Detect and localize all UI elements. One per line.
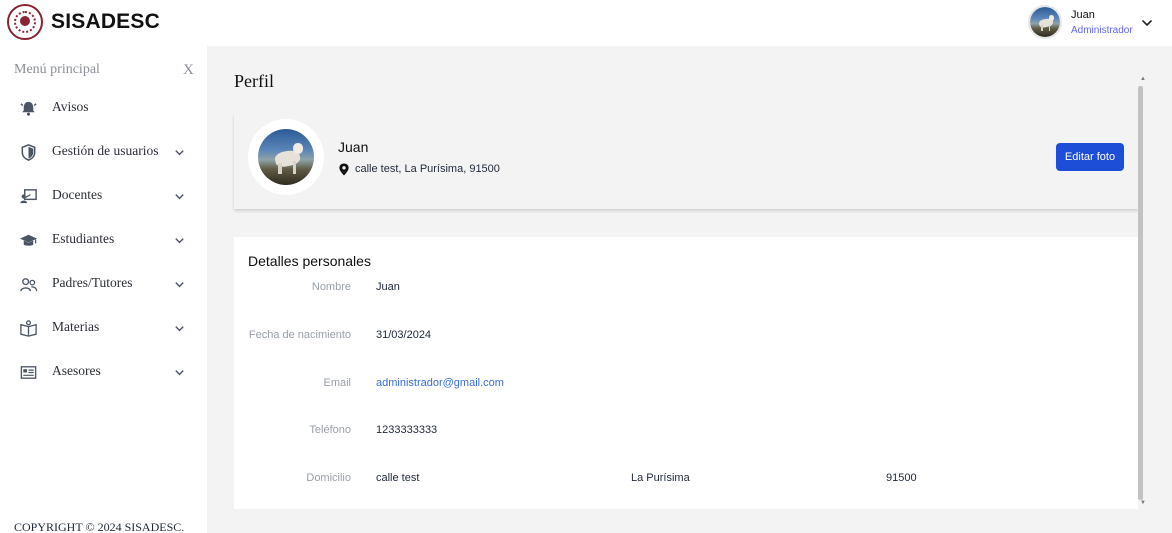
personal-details-card: Detalles personales Nombre Juan Fecha de… — [234, 237, 1138, 509]
bell-icon — [20, 101, 37, 116]
book-icon — [20, 320, 37, 337]
scrollbar-thumb[interactable] — [1138, 86, 1143, 500]
chevron-down-icon[interactable] — [173, 146, 186, 159]
sidebar-item-label: Docentes — [52, 187, 103, 202]
menu-title: Menú principal — [14, 62, 100, 77]
profile-photo — [248, 119, 324, 195]
address-street: calle test — [376, 472, 420, 484]
detail-value: Juan — [376, 281, 400, 293]
close-menu-button[interactable]: X — [183, 62, 194, 79]
users-icon — [20, 278, 38, 292]
user-name[interactable]: Juan — [1071, 9, 1095, 21]
user-role: Administrador — [1071, 25, 1133, 36]
sidebar: Menú principal X Avisos Gestión de usuar… — [0, 46, 207, 533]
id-card-icon — [20, 366, 37, 379]
detail-row-telefono: Teléfono 1233333333 — [234, 424, 1138, 444]
address-postal-code: 91500 — [886, 472, 917, 484]
detail-label: Nombre — [311, 281, 351, 293]
sidebar-item-label: Materias — [52, 319, 100, 334]
user-menu-chevron-down-icon[interactable] — [1140, 16, 1154, 30]
chevron-down-icon[interactable] — [173, 190, 186, 203]
sidebar-item-label: Gestión de usuarios — [52, 143, 159, 158]
profile-location: calle test, La Purísima, 91500 — [355, 163, 500, 175]
detail-label: Email — [323, 377, 351, 389]
scroll-down-arrow-icon[interactable]: ▼ — [1140, 500, 1146, 506]
detail-label: Fecha de nacimiento — [248, 329, 351, 341]
detail-label: Domicilio — [306, 472, 351, 484]
sidebar-item-docentes[interactable]: Docentes — [0, 178, 207, 214]
sidebar-item-avisos[interactable]: Avisos — [0, 90, 207, 126]
chevron-down-icon[interactable] — [173, 322, 186, 335]
detail-label: Teléfono — [309, 424, 351, 436]
details-title: Detalles personales — [248, 253, 371, 269]
teacher-icon — [20, 189, 37, 204]
graduation-cap-icon — [19, 234, 38, 246]
address-neighborhood: La Purísima — [631, 472, 690, 484]
detail-row-email: Email administrador@gmail.com — [234, 377, 1138, 397]
profile-card: Juan calle test, La Purísima, 91500 Edit… — [234, 113, 1138, 209]
detail-value: 31/03/2024 — [376, 329, 432, 341]
email-link[interactable]: administrador@gmail.com — [376, 377, 504, 389]
sidebar-item-label: Estudiantes — [52, 231, 115, 246]
sidebar-item-materias[interactable]: Materias — [0, 310, 207, 346]
chevron-down-icon[interactable] — [173, 366, 186, 379]
scroll-up-arrow-icon[interactable]: ▲ — [1140, 76, 1146, 82]
profile-name: Juan — [338, 139, 369, 155]
chevron-down-icon[interactable] — [173, 234, 186, 247]
detail-row-domicilio: Domicilio calle test La Purísima 91500 — [234, 472, 1138, 492]
page-title: Perfil — [234, 71, 274, 91]
shield-icon — [21, 144, 36, 161]
edit-photo-button[interactable]: Editar foto — [1056, 143, 1124, 171]
sidebar-item-asesores[interactable]: Asesores — [0, 354, 207, 390]
copyright-text: COPYRIGHT © 2024 SISADESC. — [14, 520, 185, 533]
chevron-down-icon[interactable] — [173, 278, 186, 291]
detail-row-nombre: Nombre Juan — [234, 281, 1138, 301]
main-content: Perfil Juan calle test, La Purísima, 915… — [207, 46, 1172, 533]
top-header: SISADESC Juan Administrador — [0, 0, 1172, 46]
sidebar-item-label: Avisos — [52, 99, 89, 114]
sidebar-item-padres-tutores[interactable]: Padres/Tutores — [0, 266, 207, 302]
detail-row-fecha-nacimiento: Fecha de nacimiento 31/03/2024 — [234, 329, 1138, 349]
sidebar-item-label: Asesores — [52, 363, 101, 378]
user-avatar[interactable] — [1028, 5, 1062, 39]
sidebar-item-gestion-usuarios[interactable]: Gestión de usuarios — [0, 134, 207, 170]
app-brand: SISADESC — [51, 10, 160, 33]
sidebar-item-label: Padres/Tutores — [52, 275, 133, 290]
logo-seal-icon — [7, 4, 43, 40]
map-pin-icon — [339, 163, 349, 176]
detail-value: 1233333333 — [376, 424, 438, 436]
sidebar-item-estudiantes[interactable]: Estudiantes — [0, 222, 207, 258]
